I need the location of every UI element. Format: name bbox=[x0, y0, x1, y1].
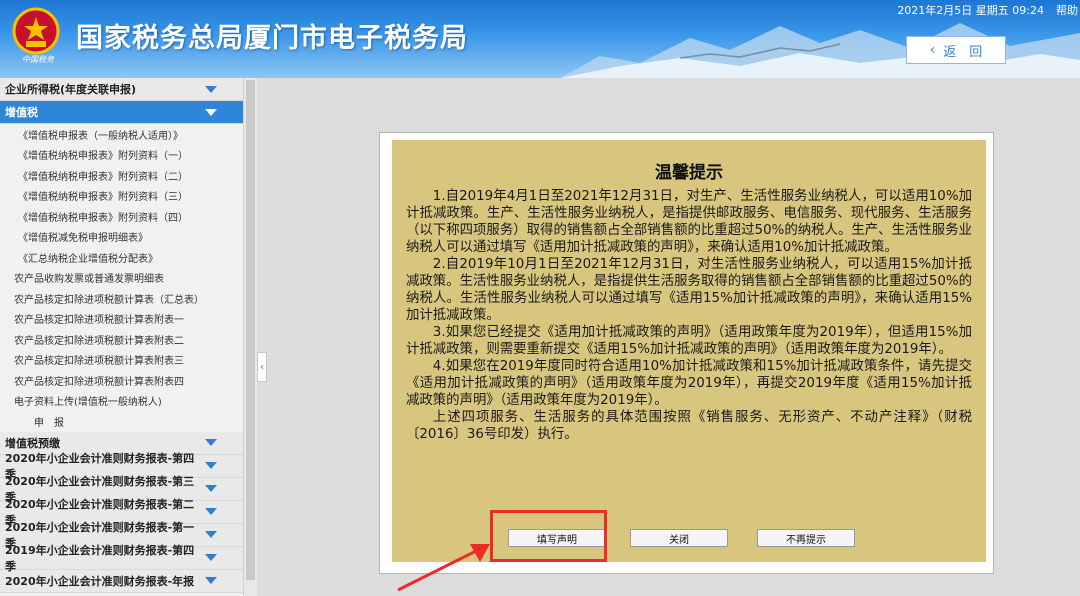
sidebar-item-farm-deduction-4[interactable]: 农产品核定扣除进项税额计算表附表四 bbox=[0, 370, 243, 391]
dialog-paragraph-4: 4.如果您在2019年度同时符合适用10%加计抵减政策和15%加计抵减政策条件，… bbox=[406, 359, 972, 408]
dialog-title: 温馨提示 bbox=[655, 163, 723, 183]
chevron-down-icon bbox=[205, 85, 217, 93]
chevron-down-icon bbox=[205, 439, 217, 446]
sidebar-item-vat-allocation[interactable]: 《汇总纳税企业增值税分配表》 bbox=[0, 247, 243, 268]
sidebar-scrollbar[interactable] bbox=[243, 78, 257, 596]
sidebar-item-vat-return[interactable]: 《增值税申报表（一般纳税人适用）》 bbox=[0, 124, 243, 145]
sidebar-item-farm-deduction-summary[interactable]: 农产品核定扣除进项税额计算表（汇总表） bbox=[0, 288, 243, 309]
scrollbar-thumb[interactable] bbox=[246, 80, 255, 580]
site-header: 中国税务 国家税务总局厦门市电子税务局 2021年2月5日 星期五 09:24 … bbox=[0, 0, 1080, 78]
sidebar-item-submit[interactable]: 申报 bbox=[0, 411, 243, 432]
sidebar-item-farm-deduction-3[interactable]: 农产品核定扣除进项税额计算表附表三 bbox=[0, 350, 243, 371]
chevron-down-icon bbox=[205, 531, 217, 538]
dialog-paragraph-5: 上述四项服务、生活服务的具体范围按照《销售服务、无形资产、不动产注释》（财税〔2… bbox=[406, 410, 972, 442]
back-button-label: 返 回 bbox=[943, 44, 983, 60]
dont-show-again-button[interactable]: 不再提示 bbox=[757, 529, 855, 547]
sidebar-item-farm-deduction-2[interactable]: 农产品核定扣除进项税额计算表附表二 bbox=[0, 329, 243, 350]
back-button[interactable]: ‹ 返 回 bbox=[906, 36, 1006, 64]
chevron-down-icon bbox=[205, 577, 217, 584]
chevron-left-icon: ‹ bbox=[929, 42, 936, 58]
dialog-paragraph-2: 2.自2019年10月1日至2021年12月31日，对生活性服务业纳税人，可以适… bbox=[406, 257, 972, 323]
chevron-down-icon bbox=[205, 462, 217, 469]
sidebar: 企业所得税(年度关联申报) 增值税 《增值税申报表（一般纳税人适用）》 《增值税… bbox=[0, 78, 243, 596]
chevron-down-icon bbox=[205, 485, 217, 492]
dialog-paragraph-1: 1.自2019年4月1日至2021年12月31日，对生产、生活性服务业纳税人，可… bbox=[406, 189, 972, 255]
sidebar-item-vat-attachment-2[interactable]: 《增值税纳税申报表》附列资料（二） bbox=[0, 165, 243, 186]
sidebar-item-vat-attachment-3[interactable]: 《增值税纳税申报表》附列资料（三） bbox=[0, 186, 243, 207]
sidebar-section-2019-q4[interactable]: 2019年小企业会计准则财务报表-第四季 bbox=[0, 544, 243, 573]
sidebar-item-farm-invoice[interactable]: 农产品收购发票或普通发票明细表 bbox=[0, 268, 243, 289]
site-title: 国家税务总局厦门市电子税务局 bbox=[76, 23, 468, 54]
header-datetime: 2021年2月5日 星期五 09:24 bbox=[897, 4, 1044, 17]
sidebar-item-vat-attachment-1[interactable]: 《增值税纳税申报表》附列资料（一） bbox=[0, 145, 243, 166]
chevron-down-icon bbox=[205, 108, 217, 116]
dialog-body: 1.自2019年4月1日至2021年12月31日，对生产、生活性服务业纳税人，可… bbox=[406, 188, 972, 443]
chevron-down-icon bbox=[205, 508, 217, 515]
red-arrow-icon bbox=[397, 544, 490, 592]
sidebar-item-e-upload[interactable]: 电子资料上传(增值税一般纳税人) bbox=[0, 391, 243, 412]
help-link[interactable]: 帮助 bbox=[1056, 2, 1078, 18]
sidebar-section-2020-annual[interactable]: 2020年小企业会计准则财务报表-年报 bbox=[0, 569, 243, 593]
notice-dialog: 温馨提示 1.自2019年4月1日至2021年12月31日，对生产、生活性服务业… bbox=[392, 140, 986, 562]
sidebar-item-vat-attachment-4[interactable]: 《增值税纳税申报表》附列资料（四） bbox=[0, 206, 243, 227]
sidebar-section-vat[interactable]: 增值税 bbox=[0, 101, 243, 124]
sidebar-collapse-toggle[interactable]: ‹ bbox=[257, 352, 267, 382]
emblem-caption: 中国税务 bbox=[22, 55, 54, 64]
sidebar-item-farm-deduction-1[interactable]: 农产品核定扣除进项税额计算表附表一 bbox=[0, 309, 243, 330]
close-button[interactable]: 关闭 bbox=[630, 529, 728, 547]
sidebar-item-vat-exemption[interactable]: 《增值税减免税申报明细表》 bbox=[0, 227, 243, 248]
dialog-paragraph-3: 3.如果您已经提交《适用加计抵减政策的声明》（适用政策年度为2019年），但适用… bbox=[406, 325, 972, 357]
chevron-down-icon bbox=[205, 554, 217, 561]
sidebar-section-corporate-income-tax[interactable]: 企业所得税(年度关联申报) bbox=[0, 78, 243, 101]
chevron-left-icon: ‹ bbox=[260, 361, 264, 373]
